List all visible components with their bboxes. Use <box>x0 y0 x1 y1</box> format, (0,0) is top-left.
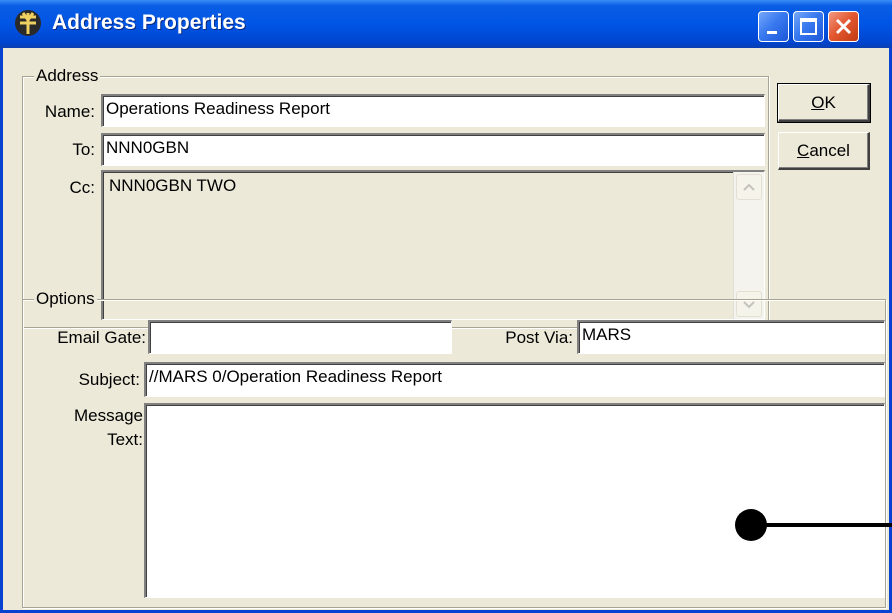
email-gate-label: Email Gate: <box>57 328 146 347</box>
post-via-field[interactable]: MARS <box>577 320 885 354</box>
ok-mnemonic: O <box>811 93 825 112</box>
cc-scrollbar[interactable] <box>733 172 764 319</box>
to-label: To: <box>72 140 95 159</box>
annotation-pointer <box>735 509 892 541</box>
window-title: Address Properties <box>52 11 246 34</box>
minimize-icon <box>767 31 777 34</box>
email-gate-field[interactable] <box>148 320 452 354</box>
currency-glyph-icon <box>15 10 41 36</box>
ok-label-rest: K <box>824 93 836 112</box>
cc-listbox[interactable]: NNN0GBN TWO <box>101 170 765 320</box>
subject-label: Subject: <box>78 370 140 389</box>
to-field[interactable]: NNN0GBN <box>101 133 765 166</box>
cc-label: Cc: <box>69 178 96 197</box>
close-button[interactable] <box>828 11 859 42</box>
message-label-line2: Text: <box>107 430 143 449</box>
minimize-button[interactable] <box>758 11 789 42</box>
cancel-button[interactable]: Cancel <box>778 132 870 170</box>
message-text-area[interactable] <box>144 403 885 598</box>
close-icon <box>835 18 852 35</box>
title-bar[interactable]: Address Properties <box>0 0 892 48</box>
cancel-label-rest: ancel <box>809 141 850 160</box>
post-via-label: Post Via: <box>505 328 573 347</box>
name-label: Name: <box>44 102 95 121</box>
message-label-line1: Message <box>74 406 143 425</box>
scroll-up-button[interactable] <box>736 174 762 200</box>
maximize-icon <box>800 18 817 35</box>
name-field[interactable]: Operations Readiness Report <box>101 94 765 127</box>
cc-value: NNN0GBN TWO <box>109 176 237 195</box>
address-group-label: Address <box>34 66 101 86</box>
cancel-mnemonic: C <box>797 141 810 160</box>
options-group-label: Options <box>34 289 97 309</box>
chevron-up-icon <box>743 183 755 191</box>
address-properties-window: Address Properties Address Name: Operati… <box>0 0 892 613</box>
maximize-button[interactable] <box>793 11 824 42</box>
ok-button[interactable]: OK <box>777 83 871 123</box>
subject-field[interactable]: //MARS 0/Operation Readiness Report <box>144 362 885 397</box>
